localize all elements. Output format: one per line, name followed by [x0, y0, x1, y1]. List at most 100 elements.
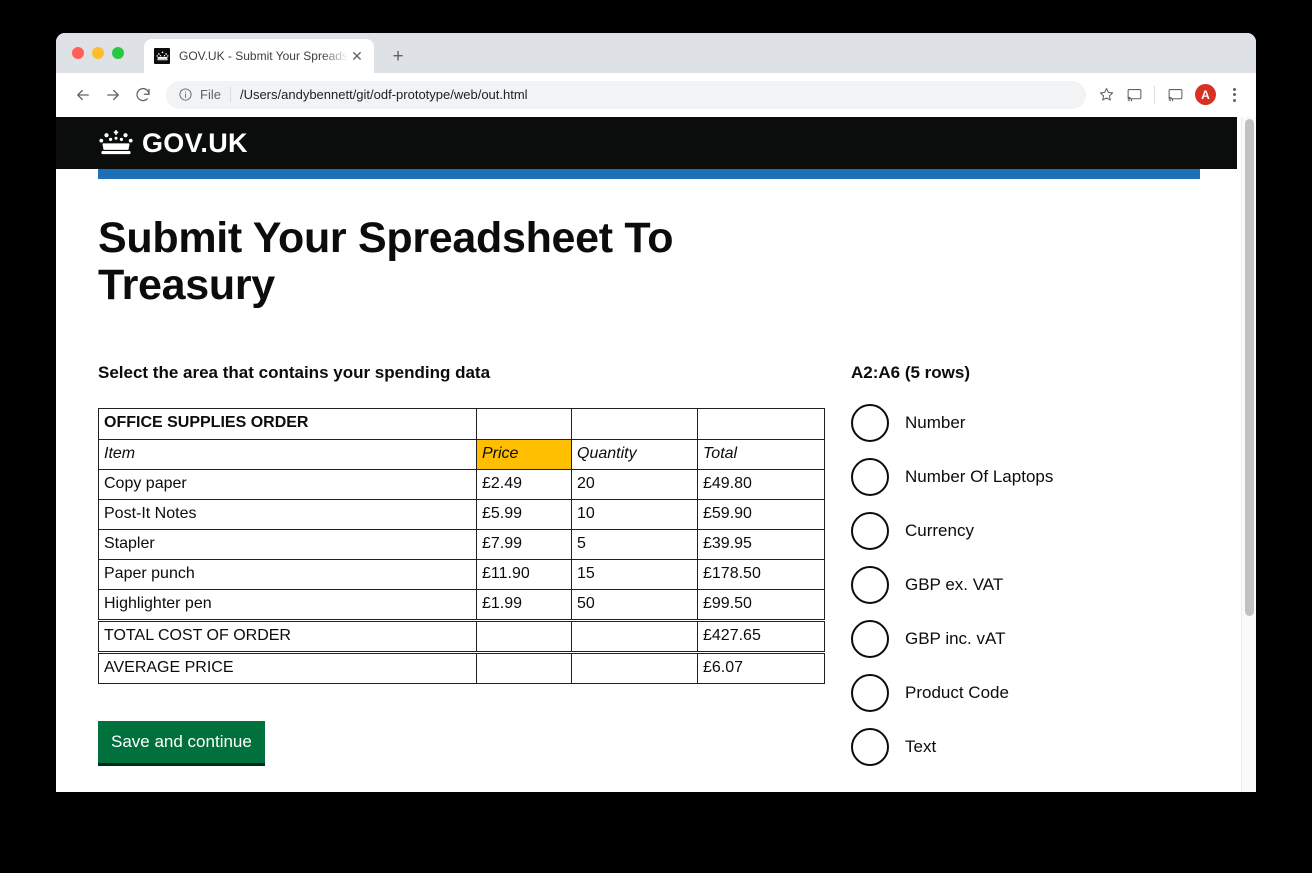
govuk-site-header: GOV.UK — [56, 117, 1237, 169]
cell-price[interactable]: £7.99 — [476, 528, 572, 560]
address-bar[interactable]: File /Users/andybennett/git/odf-prototyp… — [166, 80, 1086, 109]
browser-tab[interactable]: GOV.UK - Submit Your Spreadsheet To Trea… — [144, 39, 374, 73]
cell-price[interactable]: £11.90 — [476, 558, 572, 590]
selected-range-label: A2:A6 (5 rows) — [851, 362, 971, 382]
radio-button-icon[interactable] — [851, 403, 889, 442]
table-row-header[interactable]: Item Price Quantity Total — [98, 438, 825, 470]
browser-window: GOV.UK - Submit Your Spreadsheet To Trea… — [56, 33, 1256, 792]
radio-button-icon[interactable] — [851, 673, 889, 712]
window-traffic-lights — [72, 47, 124, 59]
table-row-total[interactable]: TOTAL COST OF ORDER £427.65 — [98, 618, 825, 653]
cell-item[interactable]: Highlighter pen — [98, 588, 477, 621]
url-text: /Users/andybennett/git/odf-prototype/web… — [239, 87, 528, 102]
radio-button-icon[interactable] — [851, 565, 889, 604]
cast-icon[interactable] — [1161, 81, 1189, 109]
radio-button-icon[interactable] — [851, 457, 889, 496]
cell-empty[interactable] — [476, 650, 572, 684]
cell-item[interactable]: Paper punch — [98, 558, 477, 590]
cell-c2[interactable]: Quantity — [571, 438, 698, 470]
radio-option-number[interactable]: Number — [851, 403, 1195, 442]
close-window-button[interactable] — [72, 47, 84, 59]
info-circle-icon[interactable] — [178, 87, 193, 102]
cell-empty[interactable] — [476, 618, 572, 653]
cell-c1[interactable] — [571, 407, 698, 440]
omnibox-divider — [229, 87, 231, 102]
radio-option-gbp-inc-vat[interactable]: GBP inc. vAT — [851, 619, 1195, 658]
cell-a2[interactable]: Item — [98, 438, 477, 470]
browser-toolbar: File /Users/andybennett/git/odf-prototyp… — [56, 73, 1256, 117]
cell-item[interactable]: Copy paper — [98, 468, 477, 500]
radio-option-product-code[interactable]: Product Code — [851, 673, 1195, 712]
maximize-window-button[interactable] — [112, 47, 124, 59]
govuk-logo[interactable]: GOV.UK — [98, 129, 248, 157]
form-legend: Select the area that contains your spend… — [98, 362, 491, 382]
cell-price[interactable]: £5.99 — [476, 498, 572, 530]
cell-total-value[interactable]: £427.65 — [697, 618, 825, 653]
radio-option-currency[interactable]: Currency — [851, 511, 1195, 550]
cell-qty[interactable]: 50 — [571, 588, 698, 621]
minimize-window-button[interactable] — [92, 47, 104, 59]
table-row[interactable]: Paper punch £11.90 15 £178.50 — [98, 558, 825, 590]
cell-total[interactable]: £178.50 — [697, 558, 825, 590]
page-viewport: GOV.UK Submit Your Spreadsheet To Treasu… — [56, 117, 1256, 792]
radio-label: Text — [905, 737, 937, 757]
cell-d2[interactable]: Total — [697, 438, 825, 470]
arrow-left-icon[interactable] — [68, 80, 98, 110]
cell-qty[interactable]: 10 — [571, 498, 698, 530]
cell-total-label[interactable]: TOTAL COST OF ORDER — [98, 618, 477, 653]
avatar[interactable]: A — [1195, 84, 1216, 105]
govuk-crown-icon — [98, 129, 134, 157]
cell-qty[interactable]: 15 — [571, 558, 698, 590]
new-tab-button[interactable]: + — [384, 42, 412, 70]
tab-strip: GOV.UK - Submit Your Spreadsheet To Trea… — [56, 33, 1256, 73]
radio-label: Product Code — [905, 683, 1009, 703]
cell-b2-highlighted[interactable]: Price — [476, 438, 572, 470]
table-row[interactable]: Highlighter pen £1.99 50 £99.50 — [98, 588, 825, 621]
cell-price[interactable]: £2.49 — [476, 468, 572, 500]
tab-title: GOV.UK - Submit Your Spreadsheet To Trea… — [179, 49, 348, 63]
page-scrollbar[interactable] — [1241, 117, 1256, 792]
cell-a1[interactable]: OFFICE SUPPLIES ORDER — [98, 407, 477, 440]
arrow-right-icon[interactable] — [98, 80, 128, 110]
cell-b1[interactable] — [476, 407, 572, 440]
cell-average-value[interactable]: £6.07 — [697, 650, 825, 684]
spreadsheet-column: Select the area that contains your spend… — [98, 363, 851, 766]
radio-option-text[interactable]: Text — [851, 727, 1195, 766]
page-content: GOV.UK Submit Your Spreadsheet To Treasu… — [56, 117, 1237, 792]
table-row-average[interactable]: AVERAGE PRICE £6.07 — [98, 650, 825, 684]
main-content: Submit Your Spreadsheet To Treasury Sele… — [56, 179, 1237, 766]
cell-empty[interactable] — [571, 650, 698, 684]
cell-qty[interactable]: 5 — [571, 528, 698, 560]
cast-icon[interactable] — [1120, 81, 1148, 109]
kebab-menu-icon[interactable] — [1222, 87, 1246, 102]
table-row[interactable]: Stapler £7.99 5 £39.95 — [98, 528, 825, 560]
cell-total[interactable]: £99.50 — [697, 588, 825, 621]
table-row[interactable]: Copy paper £2.49 20 £49.80 — [98, 468, 825, 500]
save-and-continue-button[interactable]: Save and continue — [98, 720, 265, 766]
govuk-crown-icon — [154, 48, 170, 64]
cell-price[interactable]: £1.99 — [476, 588, 572, 621]
spreadsheet-table[interactable]: OFFICE SUPPLIES ORDER Item Price Quantit… — [98, 407, 825, 684]
close-icon[interactable]: ✕ — [348, 47, 366, 65]
radio-option-gbp-ex-vat[interactable]: GBP ex. VAT — [851, 565, 1195, 604]
cell-empty[interactable] — [571, 618, 698, 653]
radio-button-icon[interactable] — [851, 619, 889, 658]
radio-option-number-of-laptops[interactable]: Number Of Laptops — [851, 457, 1195, 496]
reload-icon[interactable] — [128, 80, 158, 110]
cell-average-label[interactable]: AVERAGE PRICE — [98, 650, 477, 684]
cell-item[interactable]: Stapler — [98, 528, 477, 560]
cell-total[interactable]: £39.95 — [697, 528, 825, 560]
radio-label: Currency — [905, 521, 974, 541]
cell-item[interactable]: Post-It Notes — [98, 498, 477, 530]
cell-qty[interactable]: 20 — [571, 468, 698, 500]
table-row-title[interactable]: OFFICE SUPPLIES ORDER — [98, 407, 825, 440]
cell-d1[interactable] — [697, 407, 825, 440]
radio-button-icon[interactable] — [851, 511, 889, 550]
scrollbar-thumb[interactable] — [1245, 119, 1254, 616]
radio-button-icon[interactable] — [851, 727, 889, 766]
cell-total[interactable]: £59.90 — [697, 498, 825, 530]
table-row[interactable]: Post-It Notes £5.99 10 £59.90 — [98, 498, 825, 530]
radio-label: GBP ex. VAT — [905, 575, 1004, 595]
star-icon[interactable] — [1092, 81, 1120, 109]
cell-total[interactable]: £49.80 — [697, 468, 825, 500]
